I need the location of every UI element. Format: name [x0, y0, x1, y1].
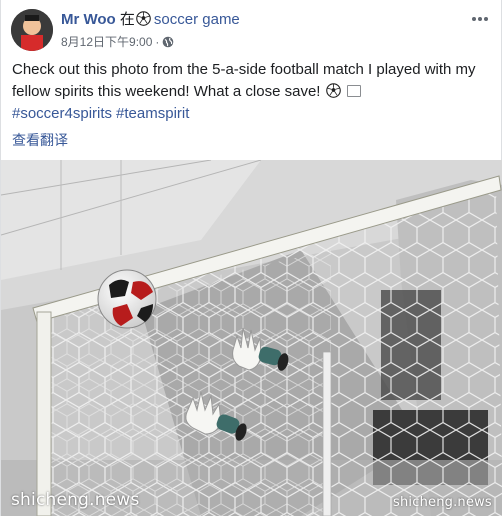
avatar-image: [11, 9, 53, 51]
globe-icon[interactable]: [162, 35, 174, 53]
hashtag-link[interactable]: #teamspirit: [116, 105, 189, 122]
post-header: Mr Woo 在 soccer game 8月12日下午9:00 ·: [11, 8, 491, 52]
see-translation-link[interactable]: 查看翻译: [12, 130, 68, 150]
post-meta: Mr Woo 在 soccer game 8月12日下午9:00 ·: [61, 10, 240, 53]
place-link[interactable]: soccer game: [154, 11, 240, 28]
at-word: 在: [119, 11, 135, 28]
hashtag-link[interactable]: #soccer4spirits: [12, 105, 112, 122]
post-photo[interactable]: [1, 160, 502, 516]
more-options-icon[interactable]: [469, 10, 491, 28]
facebook-post: Mr Woo 在 soccer game 8月12日下午9:00 · Check…: [0, 0, 502, 516]
soccer-ball-icon: [325, 83, 341, 105]
author-line: Mr Woo 在 soccer game: [61, 10, 240, 32]
goal-save-photo: [1, 160, 502, 516]
avatar[interactable]: [11, 9, 53, 51]
soccer-ball-icon: [136, 11, 151, 32]
hashtags: #soccer4spirits #teamspirit: [12, 104, 193, 124]
post-text-content: Check out this photo from the 5-a-side f…: [12, 61, 476, 100]
author-name[interactable]: Mr Woo: [61, 11, 116, 28]
watermark-left: shicheng.news: [11, 490, 140, 510]
unrendered-emoji-box-icon: [346, 85, 361, 97]
post-text: Check out this photo from the 5-a-side f…: [12, 59, 492, 105]
separator: ·: [155, 35, 160, 49]
watermark-right: shicheng.news: [393, 495, 492, 510]
post-timestamp[interactable]: 8月12日下午9:00: [61, 35, 152, 49]
timestamp-line: 8月12日下午9:00 ·: [61, 33, 240, 53]
